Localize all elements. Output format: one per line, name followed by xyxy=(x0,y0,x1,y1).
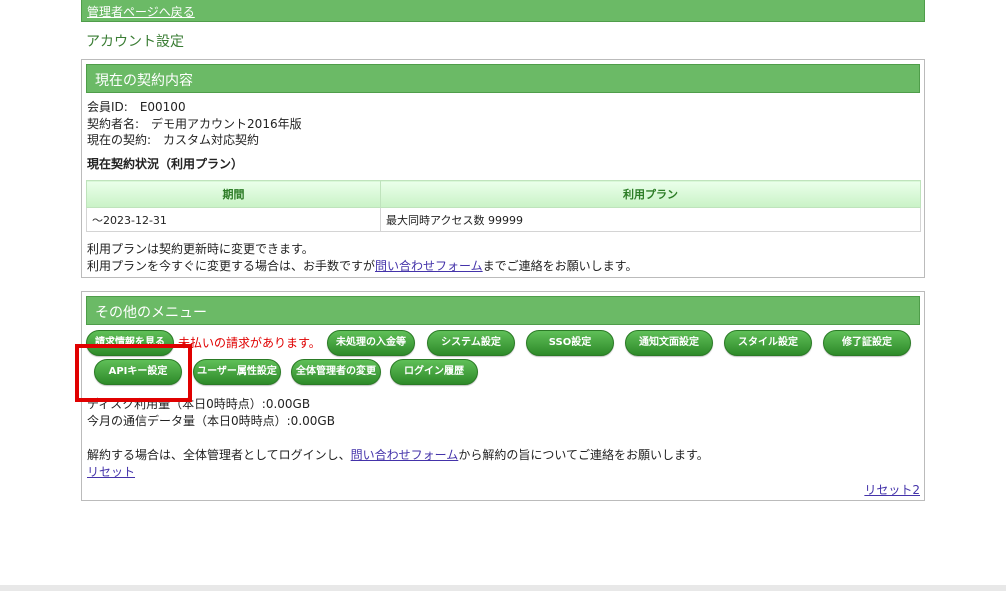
contractor-name: 契約者名: デモ用アカウント2016年版 xyxy=(87,117,302,131)
inquiry-form-link[interactable]: 問い合わせフォーム xyxy=(375,259,483,273)
back-to-admin-link[interactable]: 管理者ページへ戻る xyxy=(87,3,195,20)
notification-text-button[interactable]: 通知文面設定 xyxy=(625,330,713,356)
login-history-button[interactable]: ログイン履歴 xyxy=(390,359,478,385)
contract-panel-heading: 現在の契約内容 xyxy=(86,64,920,93)
cancel-note-prefix: 解約する場合は、全体管理者としてログインし、 xyxy=(87,448,351,462)
data-usage: 今月の通信データ量（本日0時時点）:0.00GB xyxy=(87,414,335,428)
sso-settings-button[interactable]: SSO設定 xyxy=(526,330,614,356)
top-bar: 管理者ページへ戻る xyxy=(81,0,925,22)
certificate-settings-button[interactable]: 修了証設定 xyxy=(823,330,911,356)
table-row: ～2023-12-31 最大同時アクセス数 99999 xyxy=(86,207,921,232)
cancel-note-suffix: から解約の旨についてご連絡をお願いします。 xyxy=(458,448,709,462)
cancel-inquiry-form-link[interactable]: 問い合わせフォーム xyxy=(351,448,459,462)
contract-panel: 現在の契約内容 会員ID: E00100 契約者名: デモ用アカウント2016年… xyxy=(81,59,925,278)
system-settings-button[interactable]: システム設定 xyxy=(427,330,515,356)
table-header-plan: 利用プラン xyxy=(380,180,921,208)
unpaid-alert: 未払いの請求があります。 xyxy=(178,336,321,350)
reset-link[interactable]: リセット xyxy=(87,463,135,480)
unprocessed-payments-button[interactable]: 未処理の入金等 xyxy=(327,330,415,356)
current-contract: 現在の契約: カスタム対応契約 xyxy=(87,133,260,147)
plan-table: 期間 利用プラン ～2023-12-31 最大同時アクセス数 99999 xyxy=(86,180,921,232)
highlight-box xyxy=(75,344,192,402)
table-header-period: 期間 xyxy=(86,180,381,208)
plan-note-2-prefix: 利用プランを今すぐに変更する場合は、お手数ですが xyxy=(87,259,376,273)
plan-note-1: 利用プランは契約更新時に変更できます。 xyxy=(87,242,314,256)
page-title: アカウント設定 xyxy=(86,34,184,50)
other-menu-heading: その他のメニュー xyxy=(86,296,920,325)
plan-note-2-suffix: までご連絡をお願いします。 xyxy=(482,259,638,273)
admin-change-button[interactable]: 全体管理者の変更 xyxy=(291,359,381,385)
other-menu-panel: その他のメニュー 請求情報を見る 未払いの請求があります。 未処理の入金等 シス… xyxy=(81,291,925,501)
style-settings-button[interactable]: スタイル設定 xyxy=(724,330,812,356)
reset2-link[interactable]: リセット2 xyxy=(864,481,920,498)
contract-status-title: 現在契約状況（利用プラン） xyxy=(87,157,244,171)
plan-note-2: 利用プランを今すぐに変更する場合は、お手数ですが問い合わせフォームまでご連絡をお… xyxy=(87,257,637,274)
cancel-note: 解約する場合は、全体管理者としてログインし、問い合わせフォームから解約の旨につい… xyxy=(87,446,709,463)
table-cell-period: ～2023-12-31 xyxy=(86,207,381,232)
user-attribute-settings-button[interactable]: ユーザー属性設定 xyxy=(193,359,281,385)
window-bottom-edge xyxy=(0,585,1006,591)
member-id: 会員ID: E00100 xyxy=(87,100,186,114)
table-cell-plan: 最大同時アクセス数 99999 xyxy=(380,207,921,232)
